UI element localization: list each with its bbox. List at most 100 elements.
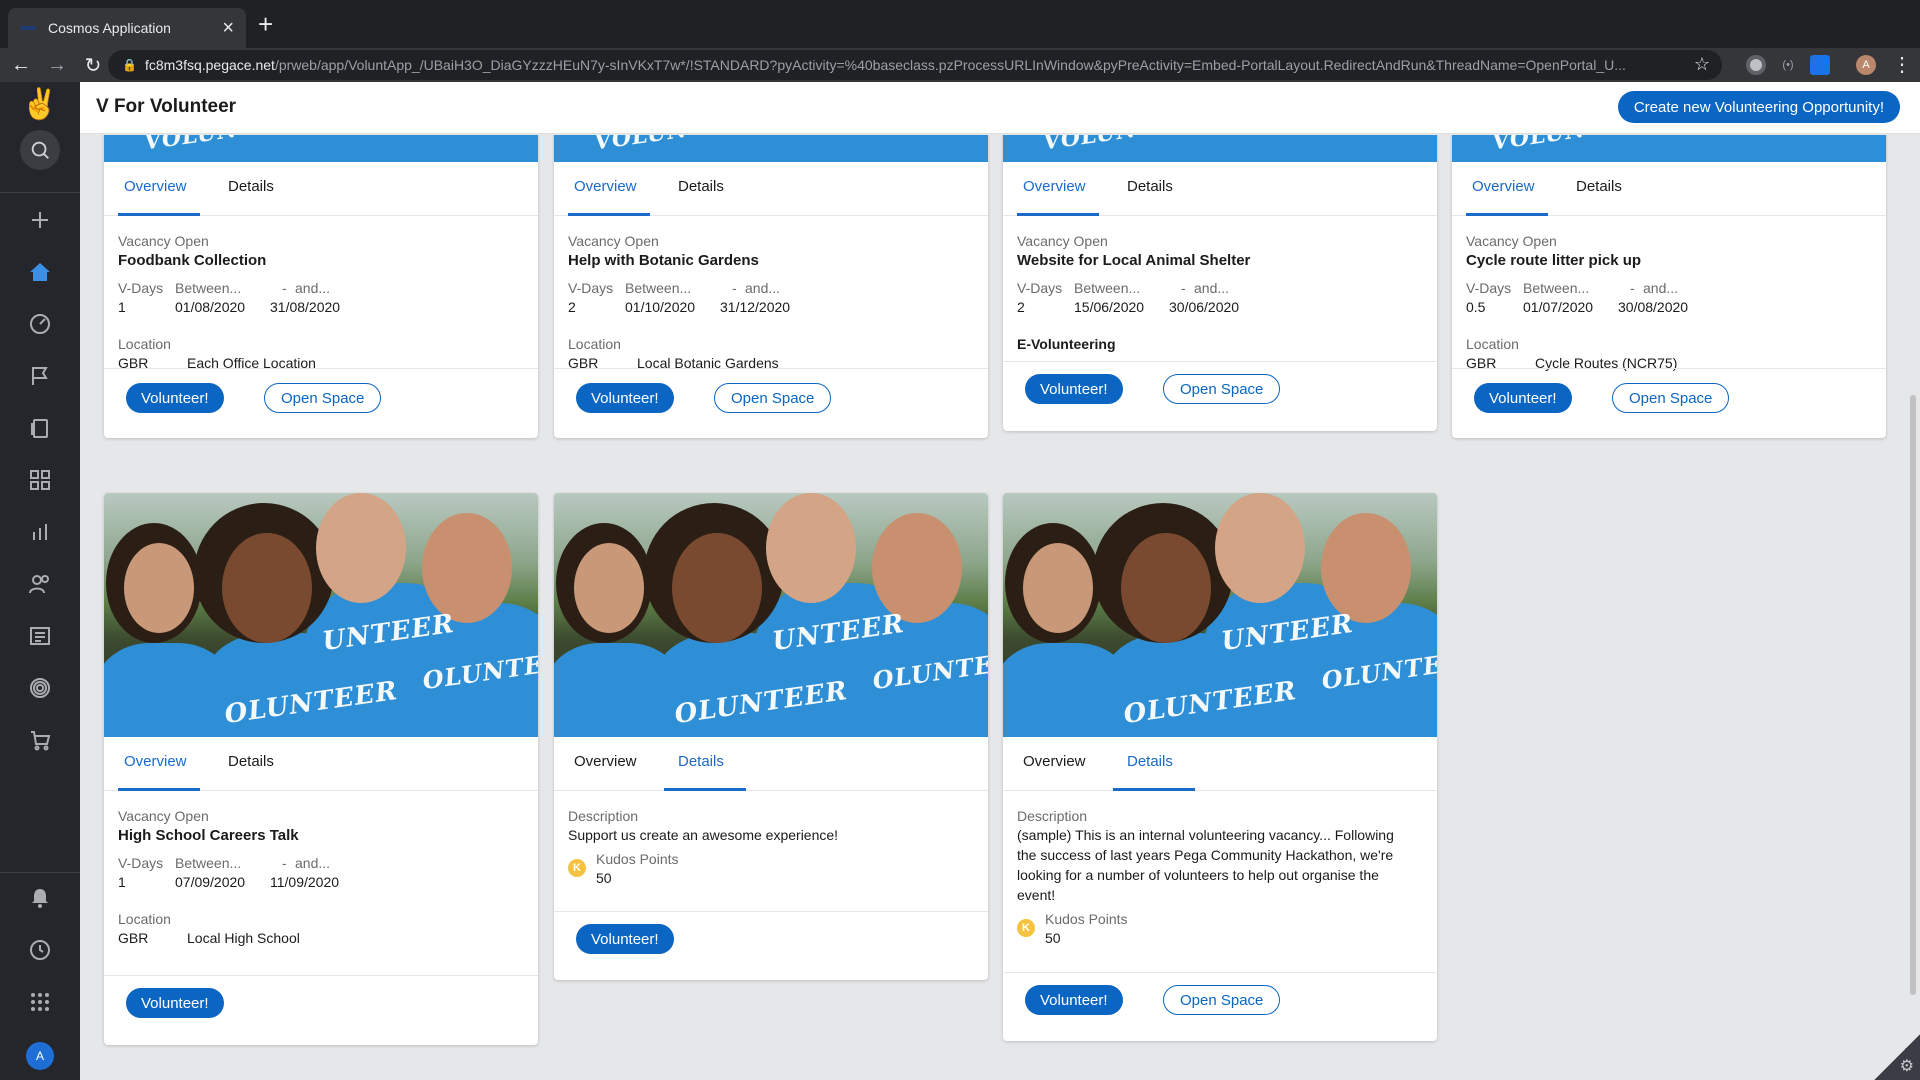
active-tab-indicator [118, 213, 200, 216]
volunteer-button[interactable]: Volunteer! [1025, 374, 1123, 404]
shopping-cart-icon[interactable] [24, 724, 56, 756]
active-tab-indicator [1113, 788, 1195, 791]
tab-overview[interactable]: Overview [574, 178, 637, 195]
victory-hand-logo-icon[interactable]: ✌ [21, 86, 58, 122]
browser-tab-strip: Cosmos Application × + [0, 0, 1920, 48]
tab-details[interactable]: Details [1576, 178, 1622, 195]
vertical-scrollbar[interactable] [1910, 395, 1916, 995]
browser-tab[interactable]: Cosmos Application × [8, 8, 246, 48]
open-space-button[interactable]: Open Space [1163, 985, 1281, 1015]
address-bar[interactable]: 🔒 fc8m3fsq.pegace.net /prweb/app/VoluntA… [108, 50, 1722, 80]
card-image: VOLUN [104, 135, 538, 162]
tab-details[interactable]: Details [678, 753, 724, 770]
apps-grid-icon[interactable] [24, 464, 56, 496]
flag-icon[interactable] [24, 360, 56, 392]
user-avatar[interactable]: A [26, 1042, 54, 1070]
start-date: 07/09/2020 [175, 874, 246, 890]
v-days-value: 2 [1017, 299, 1025, 315]
create-opportunity-button[interactable]: Create new Volunteering Opportunity! [1617, 91, 1900, 123]
forward-arrow-icon[interactable]: → [42, 50, 72, 80]
opportunities-grid[interactable]: VOLUN Overview Details Vacancy Open Food… [80, 135, 1920, 1080]
v-days-label: V-Days [118, 280, 164, 296]
description-line: (sample) This is an internal volunteerin… [1017, 827, 1394, 843]
page-title: V For Volunteer [96, 96, 237, 117]
launcher-dots-icon[interactable] [24, 986, 56, 1018]
volunteer-button[interactable]: Volunteer! [126, 383, 224, 413]
tab-details[interactable]: Details [228, 753, 274, 770]
card-tabs: Overview Details [1003, 162, 1437, 216]
card-tabs: Overview Details [554, 162, 988, 216]
start-date: 01/08/2020 [175, 299, 246, 315]
tab-overview[interactable]: Overview [574, 753, 637, 770]
fingerprint-icon[interactable] [24, 672, 56, 704]
open-space-button[interactable]: Open Space [264, 383, 382, 413]
tab-overview[interactable]: Overview [1023, 753, 1086, 770]
kudos-points-label: Kudos Points [1045, 911, 1128, 927]
extension-icon[interactable] [1810, 55, 1830, 75]
volunteer-button[interactable]: Volunteer! [126, 988, 224, 1018]
opportunity-card: VOLUN Overview Details Vacancy Open Food… [104, 135, 538, 438]
settings-corner[interactable]: ⚙ [1874, 1034, 1920, 1080]
kudos-badge-icon: K [568, 859, 586, 877]
app-header: V For Volunteer Create new Volunteering … [80, 82, 1920, 134]
bell-icon[interactable] [24, 882, 56, 914]
open-space-button[interactable]: Open Space [1163, 374, 1281, 404]
opportunity-title: High School Careers Talk [118, 827, 299, 844]
bookmark-star-icon[interactable]: ☆ [1694, 54, 1710, 75]
open-space-button[interactable]: Open Space [1612, 383, 1730, 413]
history-clock-icon[interactable] [24, 934, 56, 966]
location-label: Location [118, 911, 171, 927]
card-actions: Volunteer! Open Space [1452, 368, 1886, 438]
tab-overview[interactable]: Overview [124, 178, 187, 195]
and-label: and... [295, 280, 331, 296]
end-date: 31/12/2020 [720, 299, 791, 315]
description-line: event! [1017, 887, 1056, 903]
tab-overview[interactable]: Overview [124, 753, 187, 770]
volunteer-button[interactable]: Volunteer! [1025, 985, 1123, 1015]
tab-details[interactable]: Details [228, 178, 274, 195]
volunteer-button[interactable]: Volunteer! [576, 383, 674, 413]
open-space-button[interactable]: Open Space [714, 383, 832, 413]
v-days-label: V-Days [118, 855, 164, 871]
description-line: the success of last years Pega Community… [1017, 847, 1394, 863]
plus-icon[interactable] [24, 204, 56, 236]
opportunity-card: VOLUN Overview Details Vacancy Open Help… [554, 135, 988, 438]
location-label: Location [568, 336, 621, 352]
bar-chart-icon[interactable] [24, 516, 56, 548]
opportunity-card: VOLUN Overview Details Vacancy Open Webs… [1003, 135, 1437, 431]
dashboard-gauge-icon[interactable] [24, 308, 56, 340]
favicon-icon [20, 26, 36, 30]
tab-overview[interactable]: Overview [1472, 178, 1535, 195]
card-tabs: Overview Details [104, 737, 538, 791]
volunteer-button[interactable]: Volunteer! [1474, 383, 1572, 413]
documents-icon[interactable] [24, 412, 56, 444]
opportunity-title: Cycle route litter pick up [1466, 252, 1642, 269]
users-icon[interactable] [24, 568, 56, 600]
extension-icon[interactable] [1746, 55, 1766, 75]
back-arrow-icon[interactable]: ← [6, 50, 36, 80]
card-tabs: Overview Details [1452, 162, 1886, 216]
extension-icon[interactable]: (•) [1778, 55, 1798, 75]
tab-details[interactable]: Details [1127, 753, 1173, 770]
search-icon[interactable] [20, 130, 60, 170]
end-date: 30/06/2020 [1169, 299, 1240, 315]
tab-overview[interactable]: Overview [1023, 178, 1086, 195]
news-feed-icon[interactable] [24, 620, 56, 652]
card-actions: Volunteer! Open Space [554, 368, 988, 438]
active-tab-indicator [664, 788, 746, 791]
close-icon[interactable]: × [222, 17, 234, 40]
new-tab-plus-icon[interactable]: + [258, 10, 273, 38]
description-label: Description [1017, 808, 1088, 824]
tab-details[interactable]: Details [678, 178, 724, 195]
profile-avatar[interactable]: A [1856, 55, 1876, 75]
volunteer-button[interactable]: Volunteer! [576, 924, 674, 954]
vacancy-status: Vacancy Open [118, 808, 209, 824]
reload-icon[interactable]: ↻ [78, 50, 108, 80]
kebab-menu-icon[interactable]: ⋮ [1892, 52, 1912, 77]
tab-details[interactable]: Details [1127, 178, 1173, 195]
lock-icon: 🔒 [122, 58, 137, 72]
opportunity-card: UNTEER OLUNTEER OLUNTEER Overview Detail… [1003, 493, 1437, 1041]
e-volunteering-tag: E-Volunteering [1017, 336, 1116, 352]
nav-divider [0, 872, 80, 873]
home-icon[interactable] [24, 256, 56, 288]
